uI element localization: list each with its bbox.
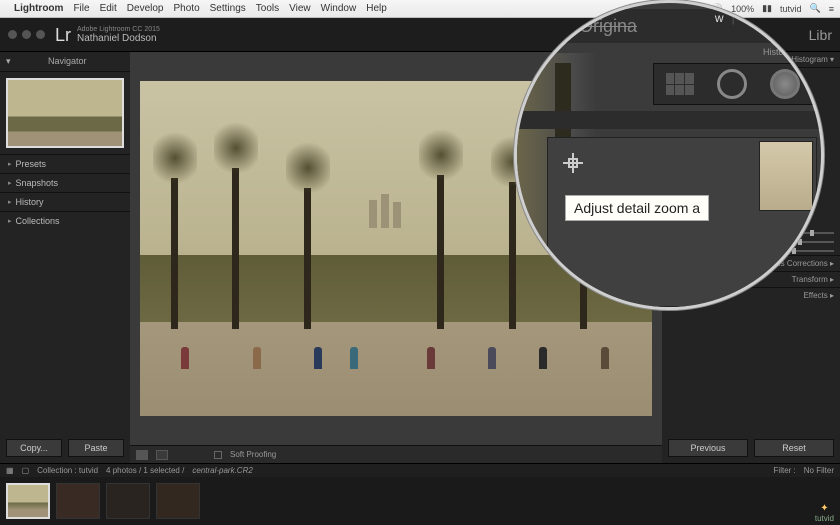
window-controls[interactable] [8,30,45,39]
menu-view[interactable]: View [289,3,311,14]
app-menu[interactable]: Lightroom [14,3,63,14]
original-label: Origina [579,16,637,37]
previous-button[interactable]: Previous [668,439,748,457]
grid-icon[interactable]: ▦ [6,466,14,475]
before-after-icon[interactable] [156,450,168,460]
left-panel: ▾Navigator Presets Snapshots History Col… [0,52,130,463]
notification-center-icon[interactable]: ≡ [829,4,834,14]
second-monitor-icon[interactable]: ▢ [22,466,30,475]
panel-snapshots[interactable]: Snapshots [0,173,130,192]
filter-label: Filter : [774,466,796,475]
soft-proofing-checkbox[interactable] [214,451,222,459]
navigator-label: Navigator [48,56,87,67]
tooltip: Adjust detail zoom a [565,195,709,221]
filmstrip-info-bar: ▦ ▢ Collection : tutvid 4 photos / 1 sel… [0,463,840,477]
menu-settings[interactable]: Settings [210,3,246,14]
menu-photo[interactable]: Photo [174,3,200,14]
soft-proofing-label: Soft Proofing [230,450,276,459]
navigator-header[interactable]: ▾Navigator [0,52,130,72]
crop-tool-icon[interactable] [666,73,694,95]
edition-label: Adobe Lightroom CC 2015 [77,26,160,33]
reset-button[interactable]: Reset [754,439,834,457]
photo-count: 4 photos / 1 selected / [106,466,184,475]
collection-breadcrumb[interactable]: Collection : tutvid [37,466,98,475]
menu-edit[interactable]: Edit [100,3,117,14]
loupe-view-icon[interactable] [136,450,148,460]
menu-file[interactable]: File [73,3,89,14]
detail-preview-thumbnail[interactable] [759,141,813,211]
panel-presets[interactable]: Presets [0,154,130,173]
panel-collections[interactable]: Collections [0,211,130,230]
identity-user: Nathaniel Dodson [77,34,160,44]
loupe-toolbar: Soft Proofing [130,445,662,463]
current-filename: central-park.CR2 [192,466,252,475]
module-print[interactable]: Print [743,11,768,25]
detail-zoom-target-icon[interactable] [563,153,583,173]
histogram-header-zoomed[interactable]: Histogram ▾ [763,47,811,58]
adjustment-brush-icon[interactable] [770,69,800,99]
panel-history[interactable]: History [0,192,130,211]
radial-tool-icon[interactable] [717,69,747,99]
watermark: tutvid [815,503,834,523]
lr-logo: Lr [55,26,71,44]
menu-tools[interactable]: Tools [256,3,279,14]
filmstrip-thumb[interactable] [6,483,50,519]
tool-strip [653,63,813,105]
filmstrip[interactable] [0,477,840,525]
menu-help[interactable]: Help [366,3,387,14]
menu-window[interactable]: Window [321,3,357,14]
zoom-magnifier-overlay: Origina w| Print| Web Histogram ▾ Adjust… [514,0,824,310]
filmstrip-thumb[interactable] [156,483,200,519]
navigator-thumbnail[interactable] [6,78,124,148]
filter-value[interactable]: No Filter [804,466,834,475]
filmstrip-thumb[interactable] [106,483,150,519]
module-web[interactable]: Web [787,11,811,25]
copy-button[interactable]: Copy... [6,439,62,457]
filmstrip-thumb[interactable] [56,483,100,519]
module-suffix[interactable]: w [715,11,724,25]
original-checkbox[interactable] [547,19,561,33]
menu-develop[interactable]: Develop [127,3,164,14]
paste-button[interactable]: Paste [68,439,124,457]
